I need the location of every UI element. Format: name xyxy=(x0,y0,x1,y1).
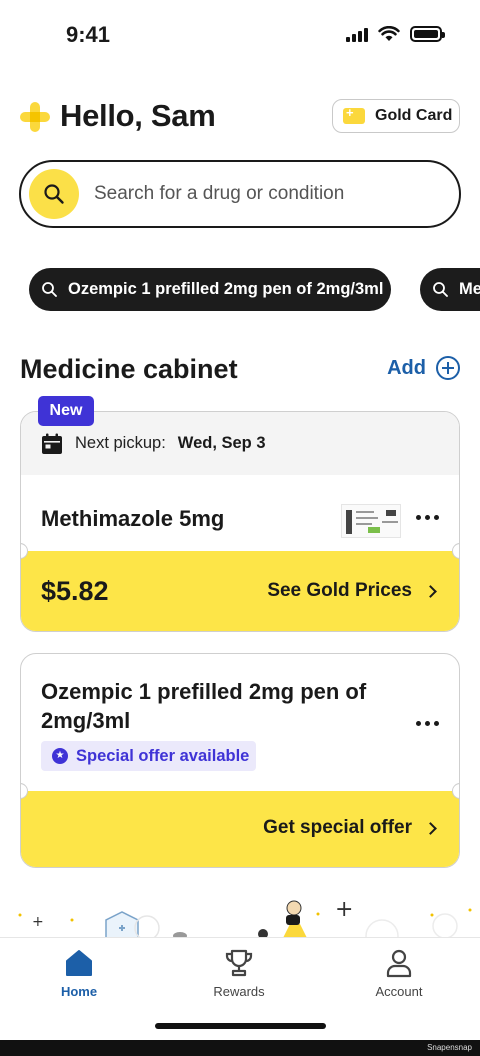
pickup-date: Wed, Sep 3 xyxy=(177,434,266,452)
drug-name: Methimazole 5mg xyxy=(41,506,225,531)
see-gold-prices-label: See Gold Prices xyxy=(267,580,412,601)
home-indicator xyxy=(155,1023,326,1029)
special-offer-badge: ★ Special offer available xyxy=(41,741,256,771)
svg-text:+: + xyxy=(335,897,353,922)
greeting-title: Hello, Sam xyxy=(60,98,216,133)
add-circle-icon xyxy=(436,356,460,380)
trophy-icon xyxy=(225,949,253,977)
decorative-illustration: + + xyxy=(18,897,472,940)
chevron-right-icon xyxy=(424,584,437,598)
search-icon xyxy=(42,282,57,297)
gold-card-button[interactable]: Gold Card xyxy=(332,99,460,133)
more-options-button[interactable] xyxy=(416,515,439,520)
add-medicine-button[interactable]: Add xyxy=(387,356,460,380)
wifi-icon xyxy=(378,26,400,41)
add-label: Add xyxy=(387,356,426,379)
calendar-icon xyxy=(42,433,62,454)
prescription-label-thumbnail[interactable] xyxy=(341,504,401,538)
person-icon xyxy=(386,949,412,978)
search-icon xyxy=(433,282,448,297)
status-bar: 9:41 xyxy=(0,0,480,70)
home-icon xyxy=(66,950,92,976)
status-time: 9:41 xyxy=(66,22,111,47)
drug-name: Ozempic 1 prefilled 2mg pen of 2mg/3ml xyxy=(41,679,367,733)
search-icon xyxy=(44,184,64,204)
recent-search-chip[interactable]: Ozempic 1 prefilled 2mg pen of 2mg/3ml xyxy=(29,268,391,311)
recent-search-chip[interactable]: Me xyxy=(420,268,480,311)
more-options-button[interactable] xyxy=(416,721,439,726)
new-badge: New xyxy=(38,396,94,426)
card-footer[interactable]: Get special offer xyxy=(21,783,459,867)
chip-label: Me xyxy=(459,280,480,298)
search-button[interactable] xyxy=(29,169,79,219)
section-title: Medicine cabinet xyxy=(20,354,238,384)
brand-logo-icon xyxy=(20,102,50,132)
tab-label: Rewards xyxy=(213,984,265,999)
tab-label: Home xyxy=(60,984,98,999)
drug-price: $5.82 xyxy=(41,576,109,606)
get-special-offer-label: Get special offer xyxy=(263,817,412,838)
bottom-strip xyxy=(0,1040,480,1056)
star-icon: ★ xyxy=(52,748,68,764)
chip-label: Ozempic 1 prefilled 2mg pen of 2mg/3ml xyxy=(68,280,384,298)
search-input[interactable]: Search for a drug or condition xyxy=(19,160,461,228)
header: Hello, Sam Gold Card xyxy=(20,96,460,138)
search-placeholder: Search for a drug or condition xyxy=(94,183,345,204)
chevron-right-icon xyxy=(424,821,437,835)
status-icons xyxy=(346,26,445,42)
cellular-signal-icon xyxy=(346,27,368,42)
watermark: Snapensnap xyxy=(427,1043,472,1052)
tab-rewards[interactable]: Rewards xyxy=(189,948,289,999)
gold-card-icon xyxy=(343,105,365,124)
battery-icon xyxy=(410,26,445,42)
tab-label: Account xyxy=(375,984,423,999)
tab-account[interactable]: Account xyxy=(349,948,449,999)
pickup-label: Next pickup: xyxy=(75,434,166,452)
special-offer-label: Special offer available xyxy=(76,746,250,765)
see-gold-prices-link[interactable]: See Gold Prices xyxy=(267,580,437,602)
card-footer[interactable]: $5.82 See Gold Prices xyxy=(21,543,459,631)
svg-text:+: + xyxy=(32,914,44,930)
get-special-offer-link[interactable]: Get special offer xyxy=(263,817,437,839)
gold-card-label: Gold Card xyxy=(375,107,453,124)
tab-home[interactable]: Home xyxy=(29,948,129,999)
medicine-card[interactable]: Ozempic 1 prefilled 2mg pen of 2mg/3ml ★… xyxy=(20,653,460,868)
medicine-card[interactable]: Next pickup: Wed, Sep 3 Methimazole 5mg … xyxy=(20,411,460,632)
recent-search-chips: Ozempic 1 prefilled 2mg pen of 2mg/3ml M… xyxy=(29,268,480,312)
